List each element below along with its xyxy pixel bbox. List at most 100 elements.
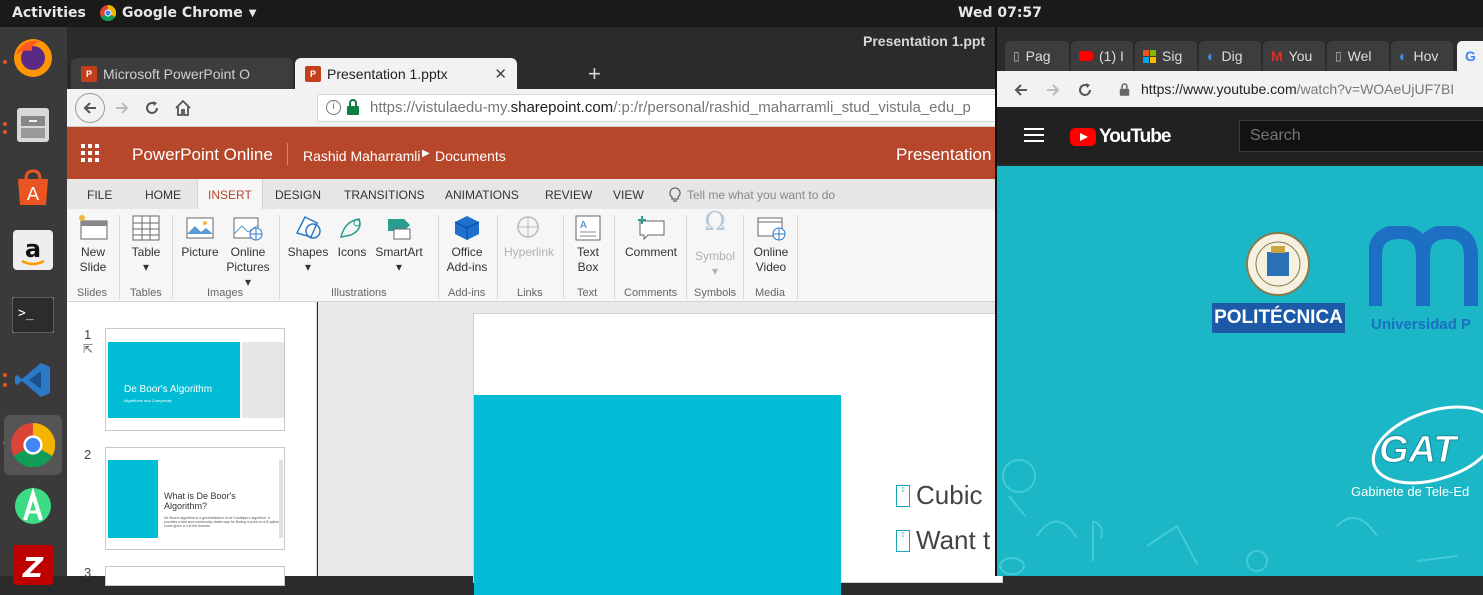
tab-home[interactable]: HOME xyxy=(145,188,181,202)
youtube-play-icon xyxy=(1070,128,1096,146)
document-title[interactable]: Presentation xyxy=(896,145,991,165)
tab-bar: P Microsoft PowerPoint O P Presentation … xyxy=(67,55,997,89)
home-icon xyxy=(175,99,191,116)
comment-button[interactable]: Comment xyxy=(622,215,680,260)
window-title: Presentation 1.ppt xyxy=(863,33,986,49)
tab-powerpoint-online[interactable]: P Microsoft PowerPoint O xyxy=(71,58,293,89)
app-menu[interactable]: Google Chrome ▼ xyxy=(100,5,256,21)
office-addins-button[interactable]: Office Add-ins xyxy=(445,215,489,275)
tab-label: Dig xyxy=(1221,48,1243,64)
slide-thumbnail-1[interactable]: De Boor's Algorithm Algorithms and Compl… xyxy=(105,328,285,431)
activities-button[interactable]: Activities xyxy=(12,5,86,21)
running-indicator xyxy=(3,383,7,387)
tell-me-search[interactable]: Tell me what you want to do xyxy=(669,187,835,203)
android-studio-icon[interactable] xyxy=(10,484,56,530)
gat-logo-icon: GAT xyxy=(1371,405,1483,485)
app-name[interactable]: PowerPoint Online xyxy=(132,145,273,165)
tab-google[interactable]: G xyxy=(1457,41,1483,71)
chevron-right-icon: ▶ xyxy=(422,148,430,159)
filezilla-icon[interactable]: Z xyxy=(10,542,56,588)
slide-canvas[interactable]: ▯ Cubic ▯ Want t xyxy=(473,313,1003,595)
divider xyxy=(563,215,564,299)
bullet-item[interactable]: ▯ Cubic xyxy=(896,480,982,511)
tab-review[interactable]: REVIEW xyxy=(545,188,592,202)
home-button[interactable] xyxy=(170,95,196,121)
youtube-icon xyxy=(1079,51,1093,61)
tab-file[interactable]: FILE xyxy=(87,188,112,202)
group-addins: Add-ins xyxy=(448,287,486,299)
tab-page[interactable]: ▯ Pag xyxy=(1005,41,1069,71)
breadcrumb-user[interactable]: Rashid Maharramli xyxy=(303,148,420,164)
reload-button[interactable] xyxy=(139,95,165,121)
bullet-item[interactable]: ▯ Want t xyxy=(896,525,990,556)
chrome-icon[interactable] xyxy=(4,415,62,475)
hyperlink-button[interactable]: Hyperlink xyxy=(501,215,557,260)
back-button[interactable] xyxy=(75,93,105,123)
comment-icon xyxy=(638,216,665,241)
page-icon: ▯ xyxy=(1335,49,1342,63)
svg-text:A: A xyxy=(580,220,587,231)
tab-insert[interactable]: INSERT xyxy=(197,179,263,209)
tell-me-label: Tell me what you want to do xyxy=(687,188,836,202)
table-button[interactable]: Table ▾ xyxy=(129,215,163,275)
group-images: Images xyxy=(207,287,244,299)
dropdown-icon: ▾ xyxy=(142,260,150,274)
clock[interactable]: Wed 07:57 xyxy=(958,5,1042,21)
placeholder-icon: ▯ xyxy=(896,484,910,507)
running-indicator xyxy=(3,373,7,377)
reload-button[interactable] xyxy=(1077,82,1093,98)
online-pictures-button[interactable]: Online Pictures ▾ xyxy=(225,215,271,290)
tab-dig[interactable]: ◐ Dig xyxy=(1199,41,1261,71)
cursor-icon: ⇱ xyxy=(83,342,94,356)
tab-animations[interactable]: ANIMATIONS xyxy=(445,188,519,202)
symbol-button[interactable]: Ω Symbol ▾ xyxy=(692,209,738,279)
svg-text:Z: Z xyxy=(22,551,44,584)
terminal-icon[interactable]: >_ xyxy=(10,292,56,338)
tab-sign[interactable]: Sig xyxy=(1135,41,1197,71)
vscode-icon[interactable] xyxy=(10,357,56,403)
new-tab-button[interactable]: + xyxy=(588,61,601,87)
slide-thumbnail-2[interactable]: What is De Boor's Algorithm? De Boor's a… xyxy=(105,447,285,550)
icons-button[interactable]: Icons xyxy=(335,215,369,260)
office-addins-label-2: Add-ins xyxy=(446,260,488,274)
text-box-button[interactable]: A Text Box xyxy=(570,215,606,275)
address-bar[interactable]: i https://vistulaedu-my.sharepoint.com/:… xyxy=(317,94,1007,122)
firefox-icon[interactable] xyxy=(10,35,56,81)
forward-button[interactable] xyxy=(1045,82,1061,98)
tab-gmail[interactable]: M You xyxy=(1263,41,1325,71)
tab-label: Microsoft PowerPoint O xyxy=(103,65,251,82)
files-icon[interactable] xyxy=(10,102,56,148)
video-player[interactable]: POLITÉCNICA Universidad P GAT Gabinete d… xyxy=(997,166,1483,576)
amazon-icon[interactable]: a xyxy=(10,227,56,273)
picture-button[interactable]: Picture xyxy=(179,215,221,260)
tab-transitions[interactable]: TRANSITIONS xyxy=(344,188,425,202)
forward-button[interactable] xyxy=(109,95,135,121)
software-icon[interactable]: A xyxy=(10,165,56,211)
ribbon: New Slide Slides Table ▾ Tables Picture On… xyxy=(67,209,997,302)
tab-view[interactable]: VIEW xyxy=(613,188,644,202)
tab-welcome[interactable]: ▯ Wel xyxy=(1327,41,1389,71)
powerpoint-icon: P xyxy=(305,65,321,82)
slide-number: 2 xyxy=(84,447,92,462)
new-slide-button[interactable]: New Slide xyxy=(75,215,111,275)
tab-presentation[interactable]: P Presentation 1.pptx ✕ xyxy=(295,58,517,89)
online-video-button[interactable]: Online Video xyxy=(750,215,792,275)
tab-how[interactable]: ◐ Hov xyxy=(1391,41,1453,71)
back-button[interactable] xyxy=(1013,82,1029,98)
smartart-button[interactable]: SmartArt ▾ xyxy=(372,215,426,275)
youtube-logo[interactable]: YouTube xyxy=(1070,126,1171,148)
tab-design[interactable]: DESIGN xyxy=(275,188,321,202)
divider xyxy=(119,215,120,299)
close-icon[interactable]: ✕ xyxy=(494,65,507,83)
search-input[interactable] xyxy=(1239,120,1483,152)
group-links: Links xyxy=(517,287,543,299)
breadcrumb-documents[interactable]: Documents xyxy=(435,148,506,164)
um-label: Universidad P xyxy=(1371,316,1472,333)
shapes-button[interactable]: Shapes ▾ xyxy=(286,215,330,275)
address-bar[interactable]: https://www.youtube.com/watch?v=WOAeUjUF… xyxy=(1141,81,1454,97)
tab-youtube-1[interactable]: (1) I xyxy=(1071,41,1133,71)
app-launcher-icon[interactable] xyxy=(81,144,99,162)
hamburger-menu-icon[interactable] xyxy=(1024,128,1044,142)
info-icon[interactable]: i xyxy=(326,100,341,115)
slide-thumbnail-3[interactable] xyxy=(105,566,285,586)
